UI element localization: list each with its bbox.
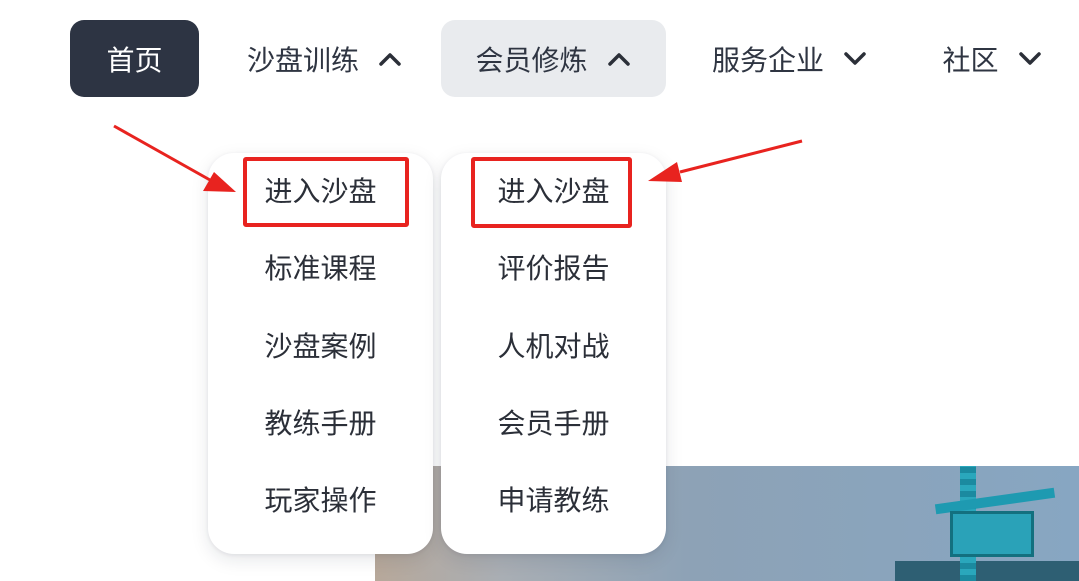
- page: 首页 沙盘训练 会员修炼 服务企业 社区 进入沙盘 标准课程 沙盘案例 教练手册…: [0, 0, 1079, 581]
- annotation-arrows: [113, 124, 803, 192]
- annotation-arrow-left-icon: [113, 124, 236, 192]
- annotation-arrow-right-icon: [648, 139, 803, 182]
